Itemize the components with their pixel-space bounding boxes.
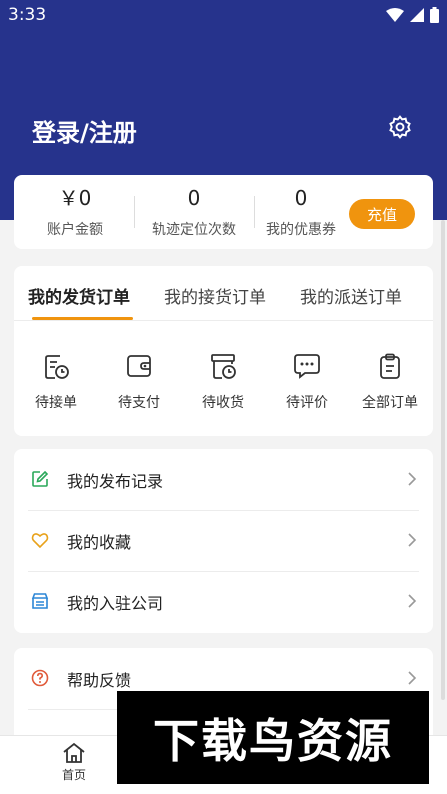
order-item-label: 待接单 xyxy=(35,395,77,411)
menu-card: 我的发布记录 我的收藏 我的入驻公司 xyxy=(14,449,433,633)
chevron-right-icon xyxy=(408,594,417,608)
tab-receiving-orders[interactable]: 我的接货订单 xyxy=(164,283,266,308)
account-stats-card: ￥0 账户金额 0 轨迹定位次数 0 我的优惠券 充值 xyxy=(14,175,433,249)
order-pending-receipt[interactable]: 待收货 xyxy=(183,352,263,412)
tab-delivery-orders[interactable]: 我的派送订单 xyxy=(300,283,402,308)
login-register-link[interactable]: 登录/注册 xyxy=(32,113,137,148)
status-bar: 3:33 xyxy=(0,0,447,30)
status-icons xyxy=(386,7,439,23)
balance-label: 账户金额 xyxy=(47,222,103,238)
order-pending-review[interactable]: 待评价 xyxy=(267,352,347,412)
chevron-right-icon xyxy=(408,472,417,486)
recharge-button[interactable]: 充值 xyxy=(349,199,415,229)
order-pending-payment[interactable]: 待支付 xyxy=(99,352,179,412)
pending-receipt-icon xyxy=(211,354,236,379)
help-icon xyxy=(31,669,49,687)
coupons-value: 0 xyxy=(294,186,308,210)
pending-accept-icon xyxy=(45,355,69,379)
order-item-label: 待收货 xyxy=(202,395,244,411)
chat-icon xyxy=(294,354,320,379)
order-all[interactable]: 全部订单 xyxy=(350,352,430,412)
order-item-label: 待评价 xyxy=(286,395,328,411)
nav-home[interactable]: 首页 xyxy=(54,742,94,783)
wifi-icon xyxy=(386,8,404,22)
order-tabs: 我的发货订单 我的接货订单 我的派送订单 xyxy=(14,266,433,321)
chevron-right-icon xyxy=(408,533,417,547)
heart-icon xyxy=(31,533,49,549)
order-item-label: 待支付 xyxy=(118,395,160,411)
clipboard-icon xyxy=(380,353,400,379)
menu-item-companies[interactable]: 我的入驻公司 xyxy=(14,571,433,632)
active-tab-indicator xyxy=(32,317,133,320)
balance-stat[interactable]: ￥0 账户金额 xyxy=(15,185,135,239)
tracking-stat[interactable]: 0 轨迹定位次数 xyxy=(134,185,254,239)
menu-item-favorites[interactable]: 我的收藏 xyxy=(14,510,433,571)
coupons-label: 我的优惠券 xyxy=(266,222,336,238)
status-time: 3:33 xyxy=(8,5,47,25)
menu-item-label: 我的发布记录 xyxy=(67,472,164,491)
nav-home-label: 首页 xyxy=(61,768,86,782)
scrollbar[interactable] xyxy=(441,220,445,700)
tracking-label: 轨迹定位次数 xyxy=(152,222,236,238)
order-pending-accept[interactable]: 待接单 xyxy=(16,352,96,412)
menu-item-label: 我的收藏 xyxy=(67,533,132,552)
store-icon xyxy=(31,593,49,609)
tracking-value: 0 xyxy=(187,186,201,210)
coupons-stat[interactable]: 0 我的优惠券 xyxy=(241,185,361,239)
home-icon xyxy=(63,742,85,763)
watermark-banner: 下载鸟资源 xyxy=(117,691,429,784)
chevron-right-icon xyxy=(408,671,417,685)
orders-card: 我的发货订单 我的接货订单 我的派送订单 待接单 待支付 待收货 待评价 全部订… xyxy=(14,266,433,436)
order-item-label: 全部订单 xyxy=(362,395,418,411)
tab-shipping-orders[interactable]: 我的发货订单 xyxy=(28,283,130,308)
battery-icon xyxy=(430,7,439,23)
menu-item-publish-records[interactable]: 我的发布记录 xyxy=(14,449,433,510)
menu-item-label: 我的入驻公司 xyxy=(67,594,164,613)
wallet-icon xyxy=(127,355,151,377)
gear-icon[interactable] xyxy=(387,114,413,140)
balance-value: ￥0 xyxy=(58,186,92,210)
edit-icon xyxy=(32,470,49,487)
menu-item-label: 帮助反馈 xyxy=(67,671,132,690)
signal-icon xyxy=(410,8,424,22)
